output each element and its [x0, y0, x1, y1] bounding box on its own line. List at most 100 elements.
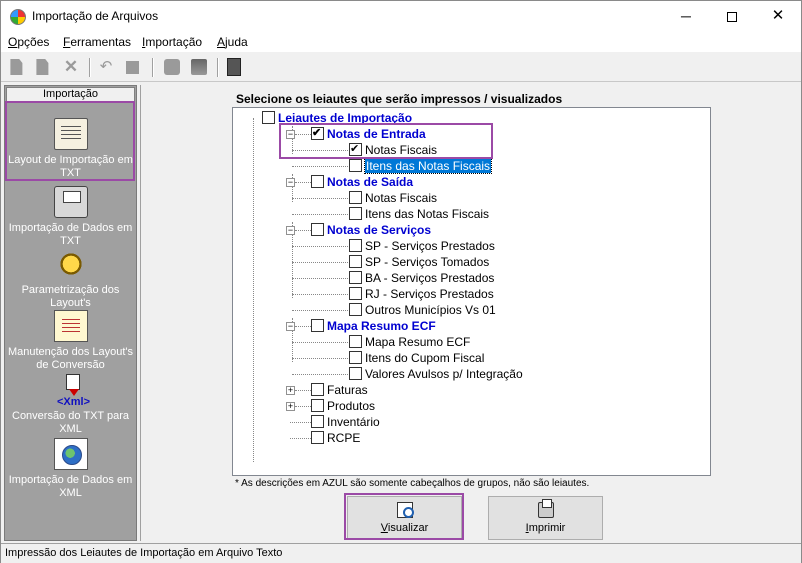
tree-item-faturas[interactable]: Faturas [311, 382, 368, 398]
tree-root-checkbox[interactable] [262, 111, 275, 125]
printer-icon [537, 499, 554, 518]
tree-item-label: SP - Serviços Tomados [365, 255, 490, 269]
tree-item-sp-servicos-tomados[interactable]: SP - Serviços Tomados [349, 254, 489, 270]
checkbox-itens-notas-fiscais[interactable] [349, 159, 362, 173]
tree-group-mapa-resumo-ecf[interactable]: Mapa Resumo ECF [311, 318, 436, 334]
xml-page-shape [65, 374, 80, 390]
tree-item-label: Itens do Cupom Fiscal [365, 351, 485, 365]
undo-icon[interactable]: ↶ [98, 59, 114, 75]
tree-group-label: Notas de Saída [327, 175, 414, 189]
tree-item-rj-servicos-prestados[interactable]: RJ - Serviços Prestados [349, 286, 494, 302]
maximize-button[interactable] [709, 1, 755, 32]
sidebar-item-conversao-txt-xml[interactable]: <Xml> Conversão do TXT para XML [5, 374, 136, 436]
checkbox-layout[interactable] [349, 239, 362, 253]
tree-item-label: Notas Fiscais [365, 191, 438, 205]
tree-guide-line [292, 342, 348, 343]
toolbar-separator [217, 58, 219, 77]
xml-arrow-shape [68, 389, 79, 396]
tree-item-mapa-resumo-ecf[interactable]: Mapa Resumo ECF [349, 334, 470, 350]
status-bar: Impressão dos Leiautes de Importação em … [1, 543, 801, 563]
imprimir-button-label: Imprimir [525, 522, 566, 534]
tree-guide-line [292, 310, 348, 311]
sidebar-item-label: Importação de Dados em XML [8, 474, 133, 499]
gear-icon [53, 248, 88, 280]
delete-icon[interactable]: ✕ [63, 58, 79, 75]
tree-item-ba-servicos-prestados[interactable]: BA - Serviços Prestados [349, 270, 494, 286]
exit-door-icon[interactable] [227, 58, 241, 76]
expander-mapa-resumo-ecf[interactable]: − [286, 322, 295, 331]
tree-guide-line [292, 262, 348, 263]
tree-item-label: Faturas [327, 383, 368, 397]
expander-notas-saida[interactable]: − [286, 178, 295, 187]
print-setup-icon[interactable] [191, 59, 207, 75]
tree-item-label: Outros Municípios Vs 01 [365, 303, 496, 317]
tree-item-itens-cupom-fiscal[interactable]: Itens do Cupom Fiscal [349, 350, 484, 366]
imprimir-button[interactable]: Imprimir [488, 496, 603, 540]
checkbox-layout[interactable] [349, 271, 362, 285]
menu-ajuda[interactable]: Ajuda [217, 35, 248, 49]
checkbox-layout[interactable] [349, 255, 362, 269]
checkbox-notas-fiscais[interactable] [349, 191, 362, 205]
sidebar-item-label: Parametrização dos Layout's [21, 284, 120, 309]
menu-opcoes[interactable]: Opções [8, 35, 49, 49]
close-button[interactable]: ✕ [755, 1, 801, 32]
toolbar-separator [152, 58, 154, 77]
sidebar-item-importacao-dados-txt[interactable]: Importação de Dados em TXT [5, 186, 136, 248]
tree-guide-line [253, 118, 254, 462]
tree-item-inventario[interactable]: Inventário [311, 414, 380, 430]
checkbox-layout[interactable] [349, 335, 362, 349]
sidebar-item-parametrizacao-layouts[interactable]: Parametrização dos Layout's [5, 248, 136, 310]
app-icon [10, 9, 26, 25]
maximize-icon [727, 12, 737, 23]
print-icon[interactable] [164, 59, 180, 75]
expander-notas-servicos[interactable]: − [286, 226, 295, 235]
tree-item-notas-fiscais-saida[interactable]: Notas Fiscais [349, 190, 437, 206]
checkbox-itens-notas-fiscais[interactable] [349, 207, 362, 221]
highlight-frame [5, 101, 135, 181]
checkbox-rcpe[interactable] [311, 431, 324, 445]
checkbox-notas-servicos[interactable] [311, 223, 324, 237]
layout-tree[interactable]: Leiautes de Importação − Notas de Entrad… [232, 107, 711, 476]
checkbox-inventario[interactable] [311, 415, 324, 429]
tree-guide-line [292, 294, 348, 295]
tree-item-itens-notas-fiscais-saida[interactable]: Itens das Notas Fiscais [349, 206, 489, 222]
menu-ferramentas[interactable]: Ferramentas [63, 35, 131, 49]
stop-icon[interactable] [126, 61, 139, 74]
tree-guide-line [292, 166, 348, 167]
edit-document-icon[interactable] [36, 59, 49, 75]
checkbox-produtos[interactable] [311, 399, 324, 413]
title-bar: Importação de Arquivos ─ ✕ [1, 1, 801, 32]
tree-group-notas-saida[interactable]: Notas de Saída [311, 174, 413, 190]
tree-guide-line [292, 278, 348, 279]
tree-item-label: BA - Serviços Prestados [365, 271, 495, 285]
menu-importacao[interactable]: Importação [142, 35, 202, 49]
tree-item-itens-notas-fiscais-entrada[interactable]: Itens das Notas Fiscais [349, 158, 493, 174]
tree-item-produtos[interactable]: Produtos [311, 398, 375, 414]
checkbox-layout[interactable] [349, 351, 362, 365]
minimize-button[interactable]: ─ [663, 1, 709, 32]
tree-item-valores-avulsos[interactable]: Valores Avulsos p/ Integração [349, 366, 523, 382]
sidebar-item-manutencao-layouts[interactable]: Manutenção dos Layout's de Conversão [5, 310, 136, 372]
window-title: Importação de Arquivos [32, 9, 159, 23]
sidebar-item-importacao-dados-xml[interactable]: Importação de Dados em XML [5, 438, 136, 500]
tree-group-notas-servicos[interactable]: Notas de Serviços [311, 222, 431, 238]
tree-item-outros-municipios[interactable]: Outros Municípios Vs 01 [349, 302, 496, 318]
tree-guide-line [292, 246, 348, 247]
tree-item-label: SP - Serviços Prestados [365, 239, 495, 253]
checkbox-layout[interactable] [349, 303, 362, 317]
tree-item-label: Mapa Resumo ECF [365, 335, 471, 349]
checkbox-mapa-resumo-ecf[interactable] [311, 319, 324, 333]
toolbar-separator [89, 58, 91, 77]
checkbox-notas-saida[interactable] [311, 175, 324, 189]
expander-faturas[interactable]: + [286, 386, 295, 395]
expander-produtos[interactable]: + [286, 402, 295, 411]
checkbox-layout[interactable] [349, 367, 362, 381]
tree-item-sp-servicos-prestados[interactable]: SP - Serviços Prestados [349, 238, 495, 254]
new-document-icon[interactable] [10, 59, 23, 75]
tree-guide-line [292, 198, 348, 199]
tree-guide-line [295, 326, 311, 327]
highlight-frame [344, 493, 464, 540]
checkbox-faturas[interactable] [311, 383, 324, 397]
tree-item-rcpe[interactable]: RCPE [311, 430, 360, 446]
checkbox-layout[interactable] [349, 287, 362, 301]
